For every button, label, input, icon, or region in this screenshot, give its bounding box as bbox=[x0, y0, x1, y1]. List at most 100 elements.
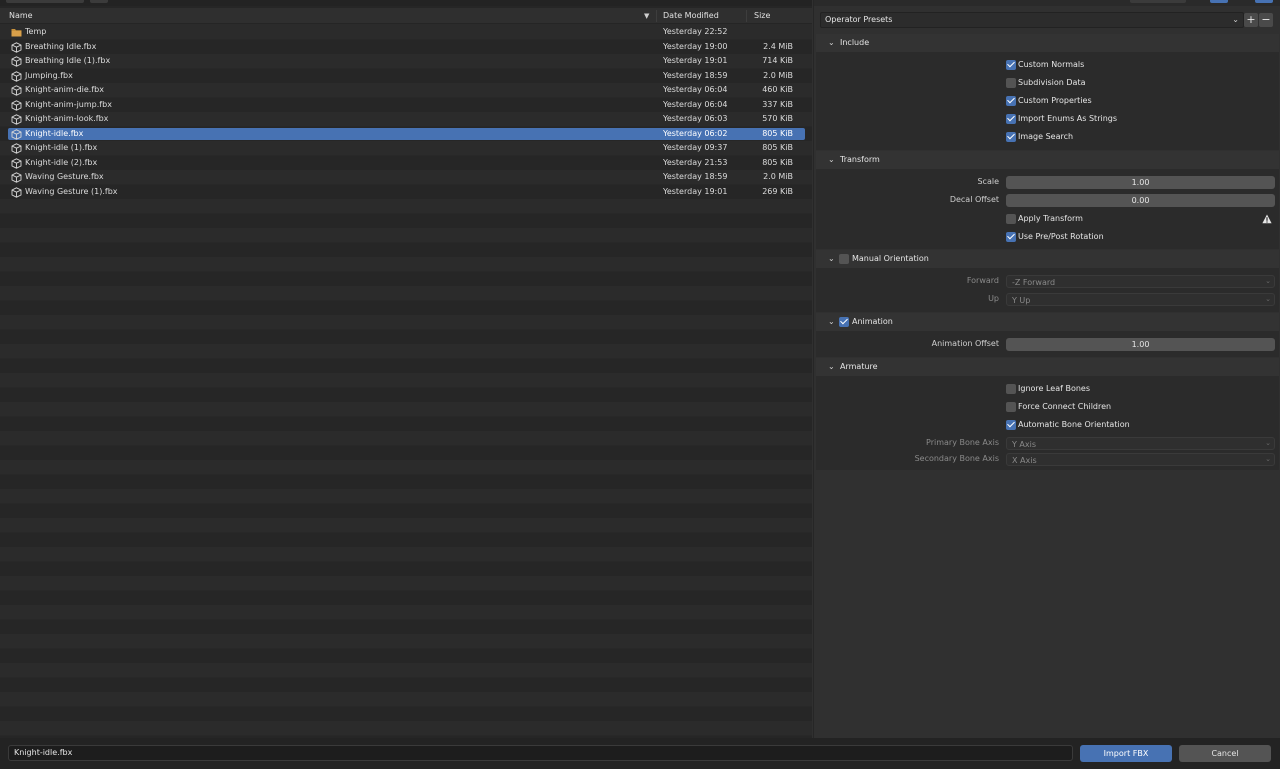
checkbox-icon[interactable] bbox=[1006, 420, 1016, 430]
transform-title: Transform bbox=[840, 155, 880, 164]
sort-descending-icon[interactable]: ▼ bbox=[644, 8, 649, 24]
include-panel-header[interactable]: ⌄ Include bbox=[816, 34, 1279, 52]
remove-preset-button[interactable]: − bbox=[1259, 13, 1273, 27]
checkbox-label: Image Search bbox=[1018, 132, 1074, 141]
column-divider[interactable] bbox=[656, 10, 657, 22]
mesh-file-icon bbox=[11, 85, 22, 96]
toolbar-nub-small[interactable] bbox=[90, 0, 108, 3]
file-row[interactable]: Breathing Idle (1).fbx Yesterday 19:01 714… bbox=[0, 54, 812, 69]
armature-panel-body: Ignore Leaf Bones Force Connect Children… bbox=[816, 376, 1279, 470]
animation-panel-body: Animation Offset 1.00 bbox=[816, 331, 1279, 357]
checkbox-label: Import Enums As Strings bbox=[1018, 114, 1118, 123]
checkbox-icon[interactable] bbox=[1006, 132, 1016, 142]
file-date: Yesterday 06:03 bbox=[663, 114, 728, 123]
file-date: Yesterday 19:01 bbox=[663, 56, 728, 65]
file-date: Yesterday 18:59 bbox=[663, 70, 728, 80]
file-date: Yesterday 19:00 bbox=[663, 41, 728, 51]
primary-bone-axis-value: Y Axis bbox=[1012, 440, 1037, 449]
file-row[interactable]: Breathing Idle.fbx Yesterday 19:00 2.4 MiB bbox=[0, 40, 812, 55]
mesh-file-icon bbox=[11, 157, 22, 169]
file-name: Breathing Idle.fbx bbox=[25, 41, 97, 51]
file-size: 805 KiB bbox=[762, 157, 793, 167]
mesh-file-icon bbox=[11, 128, 22, 140]
animation-title: Animation bbox=[852, 317, 893, 326]
column-divider[interactable] bbox=[746, 10, 747, 22]
forward-value: -Z Forward bbox=[1012, 278, 1056, 287]
file-size: 805 KiB bbox=[762, 128, 793, 138]
column-size[interactable]: Size bbox=[754, 8, 770, 24]
file-row[interactable]: Knight-anim-jump.fbx Yesterday 06:04 337 K… bbox=[0, 98, 812, 113]
file-size: 460 KiB bbox=[762, 85, 793, 94]
secondary-bone-axis-dropdown[interactable]: X Axis ⌄ bbox=[1006, 453, 1275, 466]
forward-dropdown[interactable]: -Z Forward ⌄ bbox=[1006, 275, 1275, 288]
checkbox-icon[interactable] bbox=[1006, 78, 1016, 88]
checkbox-icon[interactable] bbox=[1006, 114, 1016, 124]
file-browser-dialog: Name ▼ Date Modified Size Temp Yesterday … bbox=[0, 0, 1280, 769]
chevron-down-icon: ⌄ bbox=[828, 254, 835, 263]
mesh-file-icon bbox=[11, 114, 22, 125]
primary-bone-axis-label: Primary Bone Axis bbox=[926, 438, 999, 447]
file-row[interactable]: Waving Gesture (1).fbx Yesterday 19:01 269… bbox=[0, 185, 812, 200]
checkbox-label: Apply Transform bbox=[1018, 214, 1083, 223]
animation-panel-header[interactable]: ⌄ Animation bbox=[816, 313, 1279, 331]
file-date: Yesterday 06:04 bbox=[663, 85, 728, 94]
checkbox-icon[interactable] bbox=[1006, 402, 1016, 412]
file-row[interactable]: Knight-idle (2).fbx Yesterday 21:53 805 Ki… bbox=[0, 156, 812, 171]
manual-orientation-title: Manual Orientation bbox=[852, 254, 929, 263]
decal-offset-field[interactable]: 0.00 bbox=[1006, 194, 1275, 207]
primary-bone-axis-dropdown[interactable]: Y Axis ⌄ bbox=[1006, 437, 1275, 450]
checkbox-icon[interactable] bbox=[1006, 384, 1016, 394]
secondary-bone-axis-value: X Axis bbox=[1012, 456, 1037, 465]
chevron-down-icon: ⌄ bbox=[828, 362, 835, 371]
file-row[interactable]: Knight-idle (1).fbx Yesterday 09:37 805 Ki… bbox=[0, 141, 812, 156]
operator-presets-dropdown[interactable]: Operator Presets ⌄ bbox=[820, 12, 1244, 28]
manual-orientation-panel-header[interactable]: ⌄ Manual Orientation bbox=[816, 250, 1279, 268]
chevron-down-icon: ⌄ bbox=[828, 38, 835, 47]
file-name: Breathing Idle (1).fbx bbox=[25, 56, 111, 65]
mesh-file-icon bbox=[11, 172, 22, 183]
up-label: Up bbox=[988, 294, 999, 303]
include-panel-body: Custom Normals Subdivision Data Custom P… bbox=[816, 52, 1279, 150]
import-fbx-button[interactable]: Import FBX bbox=[1080, 745, 1172, 762]
add-preset-button[interactable]: + bbox=[1244, 13, 1258, 27]
file-name: Knight-idle (1).fbx bbox=[25, 143, 98, 152]
file-row[interactable]: Jumping.fbx Yesterday 18:59 2.0 MiB bbox=[0, 69, 812, 84]
toolbar-nub-accent[interactable] bbox=[1255, 0, 1273, 3]
manual-orientation-checkbox[interactable] bbox=[839, 254, 849, 264]
secondary-bone-axis-label: Secondary Bone Axis bbox=[914, 454, 999, 463]
file-date: Yesterday 06:02 bbox=[663, 128, 728, 138]
animation-offset-field[interactable]: 1.00 bbox=[1006, 338, 1275, 351]
file-row[interactable]: Waving Gesture.fbx Yesterday 18:59 2.0 MiB bbox=[0, 170, 812, 185]
checkbox-icon[interactable] bbox=[1006, 60, 1016, 70]
transform-panel-header[interactable]: ⌄ Transform bbox=[816, 151, 1279, 169]
checkbox-icon[interactable] bbox=[1006, 214, 1016, 224]
column-date-modified[interactable]: Date Modified bbox=[663, 8, 719, 24]
up-dropdown[interactable]: Y Up ⌄ bbox=[1006, 293, 1275, 306]
animation-offset-label: Animation Offset bbox=[931, 339, 999, 348]
folder-row[interactable]: Temp Yesterday 22:52 bbox=[0, 25, 812, 40]
panel-header-strip bbox=[814, 0, 1280, 6]
file-size: 805 KiB bbox=[762, 143, 793, 152]
checkbox-label: Ignore Leaf Bones bbox=[1018, 384, 1091, 393]
filename-input[interactable]: Knight-idle.fbx bbox=[8, 745, 1073, 761]
animation-checkbox[interactable] bbox=[839, 317, 849, 327]
column-name[interactable]: Name bbox=[9, 8, 33, 24]
file-name: Temp bbox=[25, 27, 47, 36]
checkbox-icon[interactable] bbox=[1006, 96, 1016, 106]
chevron-down-icon: ⌄ bbox=[828, 317, 835, 326]
armature-panel-header[interactable]: ⌄ Armature bbox=[816, 358, 1279, 376]
file-date: Yesterday 22:52 bbox=[663, 27, 728, 36]
toolbar-nub-accent[interactable] bbox=[1210, 0, 1228, 3]
file-name: Jumping.fbx bbox=[25, 70, 73, 80]
file-row[interactable]: Knight-anim-look.fbx Yesterday 06:03 570 K… bbox=[0, 112, 812, 127]
toolbar-nub[interactable] bbox=[6, 0, 84, 3]
toolbar-nub[interactable] bbox=[1130, 0, 1186, 3]
file-date: Yesterday 09:37 bbox=[663, 143, 728, 152]
file-row[interactable]: Knight-idle.fbx Yesterday 06:02 805 KiB bbox=[0, 127, 812, 142]
chevron-down-icon: ⌄ bbox=[1232, 15, 1239, 24]
file-row[interactable]: Knight-anim-die.fbx Yesterday 06:04 460 Ki… bbox=[0, 83, 812, 98]
cancel-button[interactable]: Cancel bbox=[1179, 745, 1271, 762]
folder-icon bbox=[11, 27, 22, 38]
scale-field[interactable]: 1.00 bbox=[1006, 176, 1275, 189]
checkbox-icon[interactable] bbox=[1006, 232, 1016, 242]
